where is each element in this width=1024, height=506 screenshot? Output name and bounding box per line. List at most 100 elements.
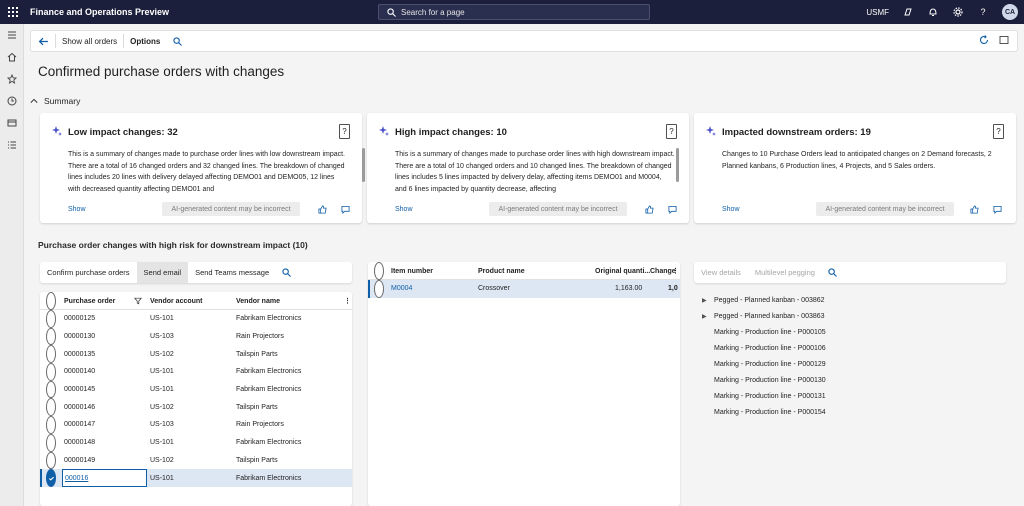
table-row[interactable]: 00000146 US-102 Tailspin Parts bbox=[40, 398, 352, 417]
table-row[interactable]: 00000130 US-103 Rain Projectors bbox=[40, 327, 352, 346]
refresh-icon[interactable] bbox=[979, 35, 989, 45]
bell-icon[interactable] bbox=[927, 6, 939, 18]
tree-item[interactable]: Marking - Production line - P000130 bbox=[702, 377, 826, 384]
help-icon[interactable]: ? bbox=[993, 124, 1004, 139]
confirm-purchase-orders-button[interactable]: Confirm purchase orders bbox=[40, 262, 137, 283]
column-header-original-quantity[interactable]: Original quanti... bbox=[595, 262, 650, 280]
home-icon[interactable] bbox=[0, 46, 24, 68]
help-icon[interactable]: ? bbox=[666, 124, 677, 139]
row-checkbox[interactable] bbox=[46, 380, 56, 399]
search-icon[interactable] bbox=[170, 36, 184, 46]
hamburger-icon[interactable] bbox=[0, 24, 24, 46]
back-arrow-icon[interactable] bbox=[31, 36, 55, 47]
table-row[interactable]: 00000135 US-102 Tailspin Parts bbox=[40, 345, 352, 364]
vendor-account-cell: US-102 bbox=[150, 350, 174, 358]
help-icon[interactable]: ? bbox=[339, 124, 350, 139]
gear-icon[interactable] bbox=[952, 6, 964, 18]
modules-list-icon[interactable] bbox=[0, 134, 24, 156]
copilot-icon[interactable] bbox=[902, 6, 914, 18]
chevron-right-icon[interactable]: ▶ bbox=[702, 297, 710, 304]
row-checkbox[interactable] bbox=[46, 363, 56, 381]
table-row[interactable]: 00000148 US-101 Fabrikam Electronics bbox=[40, 433, 352, 452]
view-details-button[interactable]: View details bbox=[694, 262, 748, 283]
row-checkbox[interactable] bbox=[46, 398, 56, 417]
column-header-product-name[interactable]: Product name bbox=[478, 262, 525, 280]
column-header-vendor-account[interactable]: Vendor account bbox=[150, 292, 203, 310]
send-email-button[interactable]: Send email bbox=[136, 262, 189, 283]
table-row[interactable]: 00000149 US-102 Tailspin Parts bbox=[40, 451, 352, 470]
thumbs-up-icon[interactable] bbox=[970, 205, 979, 214]
help-icon[interactable]: ? bbox=[977, 6, 989, 18]
purchase-order-cell[interactable]: 00000135 bbox=[64, 345, 95, 363]
select-all-checkbox[interactable] bbox=[46, 292, 56, 310]
row-checkbox[interactable] bbox=[374, 280, 384, 298]
purchase-order-cell[interactable]: 00000140 bbox=[64, 363, 95, 381]
app-launcher-icon[interactable] bbox=[0, 0, 26, 24]
purchase-order-cell[interactable]: 00000145 bbox=[64, 381, 95, 399]
send-teams-message-button[interactable]: Send Teams message bbox=[188, 262, 276, 283]
star-icon[interactable] bbox=[0, 68, 24, 90]
card-title: High impact changes: 10 bbox=[395, 127, 507, 138]
tree-item[interactable]: Marking - Production line - P000105 bbox=[702, 329, 826, 336]
row-checkbox[interactable] bbox=[46, 345, 56, 364]
row-checkbox[interactable] bbox=[46, 310, 56, 328]
table-row[interactable]: 000016 US-101 Fabrikam Electronics bbox=[40, 469, 352, 487]
column-header-vendor-name[interactable]: Vendor name bbox=[236, 292, 280, 310]
show-link[interactable]: Show bbox=[395, 206, 413, 213]
table-row[interactable]: M0004 Crossover 1,163.00 1,0 bbox=[368, 280, 680, 298]
feedback-icon[interactable] bbox=[341, 205, 350, 214]
show-link[interactable]: Show bbox=[68, 206, 86, 213]
select-all-checkbox[interactable] bbox=[374, 262, 384, 280]
chevron-right-icon[interactable]: ▶ bbox=[702, 313, 710, 320]
thumbs-up-icon[interactable] bbox=[645, 205, 654, 214]
table-row[interactable]: 00000125 US-101 Fabrikam Electronics bbox=[40, 310, 352, 328]
global-search-input[interactable]: Search for a page bbox=[378, 4, 650, 20]
workspace-icon[interactable] bbox=[0, 112, 24, 134]
tree-item[interactable]: Marking - Production line - P000131 bbox=[702, 393, 826, 400]
item-number-cell[interactable]: M0004 bbox=[391, 280, 412, 298]
table-row[interactable]: 00000145 US-101 Fabrikam Electronics bbox=[40, 380, 352, 399]
purchase-order-cell[interactable]: 00000149 bbox=[64, 452, 95, 470]
row-checkbox[interactable] bbox=[46, 416, 56, 434]
row-checkbox[interactable] bbox=[46, 451, 56, 470]
more-options-icon[interactable]: ⋮ bbox=[672, 262, 679, 280]
tree-item[interactable]: Marking - Production line - P000154 bbox=[702, 409, 826, 416]
column-header-purchase-order[interactable]: Purchase order bbox=[64, 292, 115, 310]
clock-icon[interactable] bbox=[0, 90, 24, 112]
multilevel-pegging-button[interactable]: Multilevel pegging bbox=[748, 262, 822, 283]
app-title: Finance and Operations Preview bbox=[30, 7, 170, 17]
tree-item[interactable]: ▶ Pegged - Planned kanban - 003863 bbox=[702, 313, 825, 320]
thumbs-up-icon[interactable] bbox=[318, 205, 327, 214]
show-link[interactable]: Show bbox=[722, 206, 740, 213]
summary-section-header[interactable]: Summary bbox=[30, 96, 80, 106]
purchase-order-cell[interactable]: 00000125 bbox=[64, 310, 95, 328]
scrollbar[interactable] bbox=[676, 148, 679, 182]
company-selector[interactable]: USMF bbox=[866, 8, 889, 17]
table-row[interactable]: 00000140 US-101 Fabrikam Electronics bbox=[40, 363, 352, 381]
vendor-account-cell: US-102 bbox=[150, 403, 174, 411]
purchase-order-cell[interactable]: 00000147 bbox=[64, 416, 95, 434]
tree-item[interactable]: Marking - Production line - P000129 bbox=[702, 361, 826, 368]
purchase-order-cell[interactable]: 00000148 bbox=[64, 434, 95, 452]
filter-icon[interactable] bbox=[134, 292, 142, 310]
table-row[interactable]: 00000147 US-103 Rain Projectors bbox=[40, 416, 352, 434]
search-icon[interactable] bbox=[822, 268, 843, 277]
purchase-order-cell[interactable]: 000016 bbox=[62, 469, 147, 487]
options-button[interactable]: Options bbox=[124, 37, 166, 46]
tree-item[interactable]: Marking - Production line - P000106 bbox=[702, 345, 826, 352]
tree-item[interactable]: ▶ Pegged - Planned kanban - 003862 bbox=[702, 297, 825, 304]
open-in-new-window-icon[interactable] bbox=[999, 35, 1009, 45]
column-header-item-number[interactable]: Item number bbox=[391, 262, 433, 280]
purchase-order-cell[interactable]: 00000130 bbox=[64, 328, 95, 346]
feedback-icon[interactable] bbox=[668, 205, 677, 214]
search-icon[interactable] bbox=[276, 268, 297, 277]
show-all-orders-button[interactable]: Show all orders bbox=[56, 37, 123, 46]
feedback-icon[interactable] bbox=[993, 205, 1002, 214]
scrollbar[interactable] bbox=[362, 148, 365, 182]
more-options-icon[interactable]: ⋮ bbox=[344, 292, 351, 310]
row-checkbox[interactable] bbox=[46, 327, 56, 346]
row-checkbox[interactable] bbox=[46, 469, 56, 487]
row-checkbox[interactable] bbox=[46, 433, 56, 452]
purchase-order-cell[interactable]: 00000146 bbox=[64, 398, 95, 416]
avatar[interactable]: CA bbox=[1002, 4, 1018, 20]
